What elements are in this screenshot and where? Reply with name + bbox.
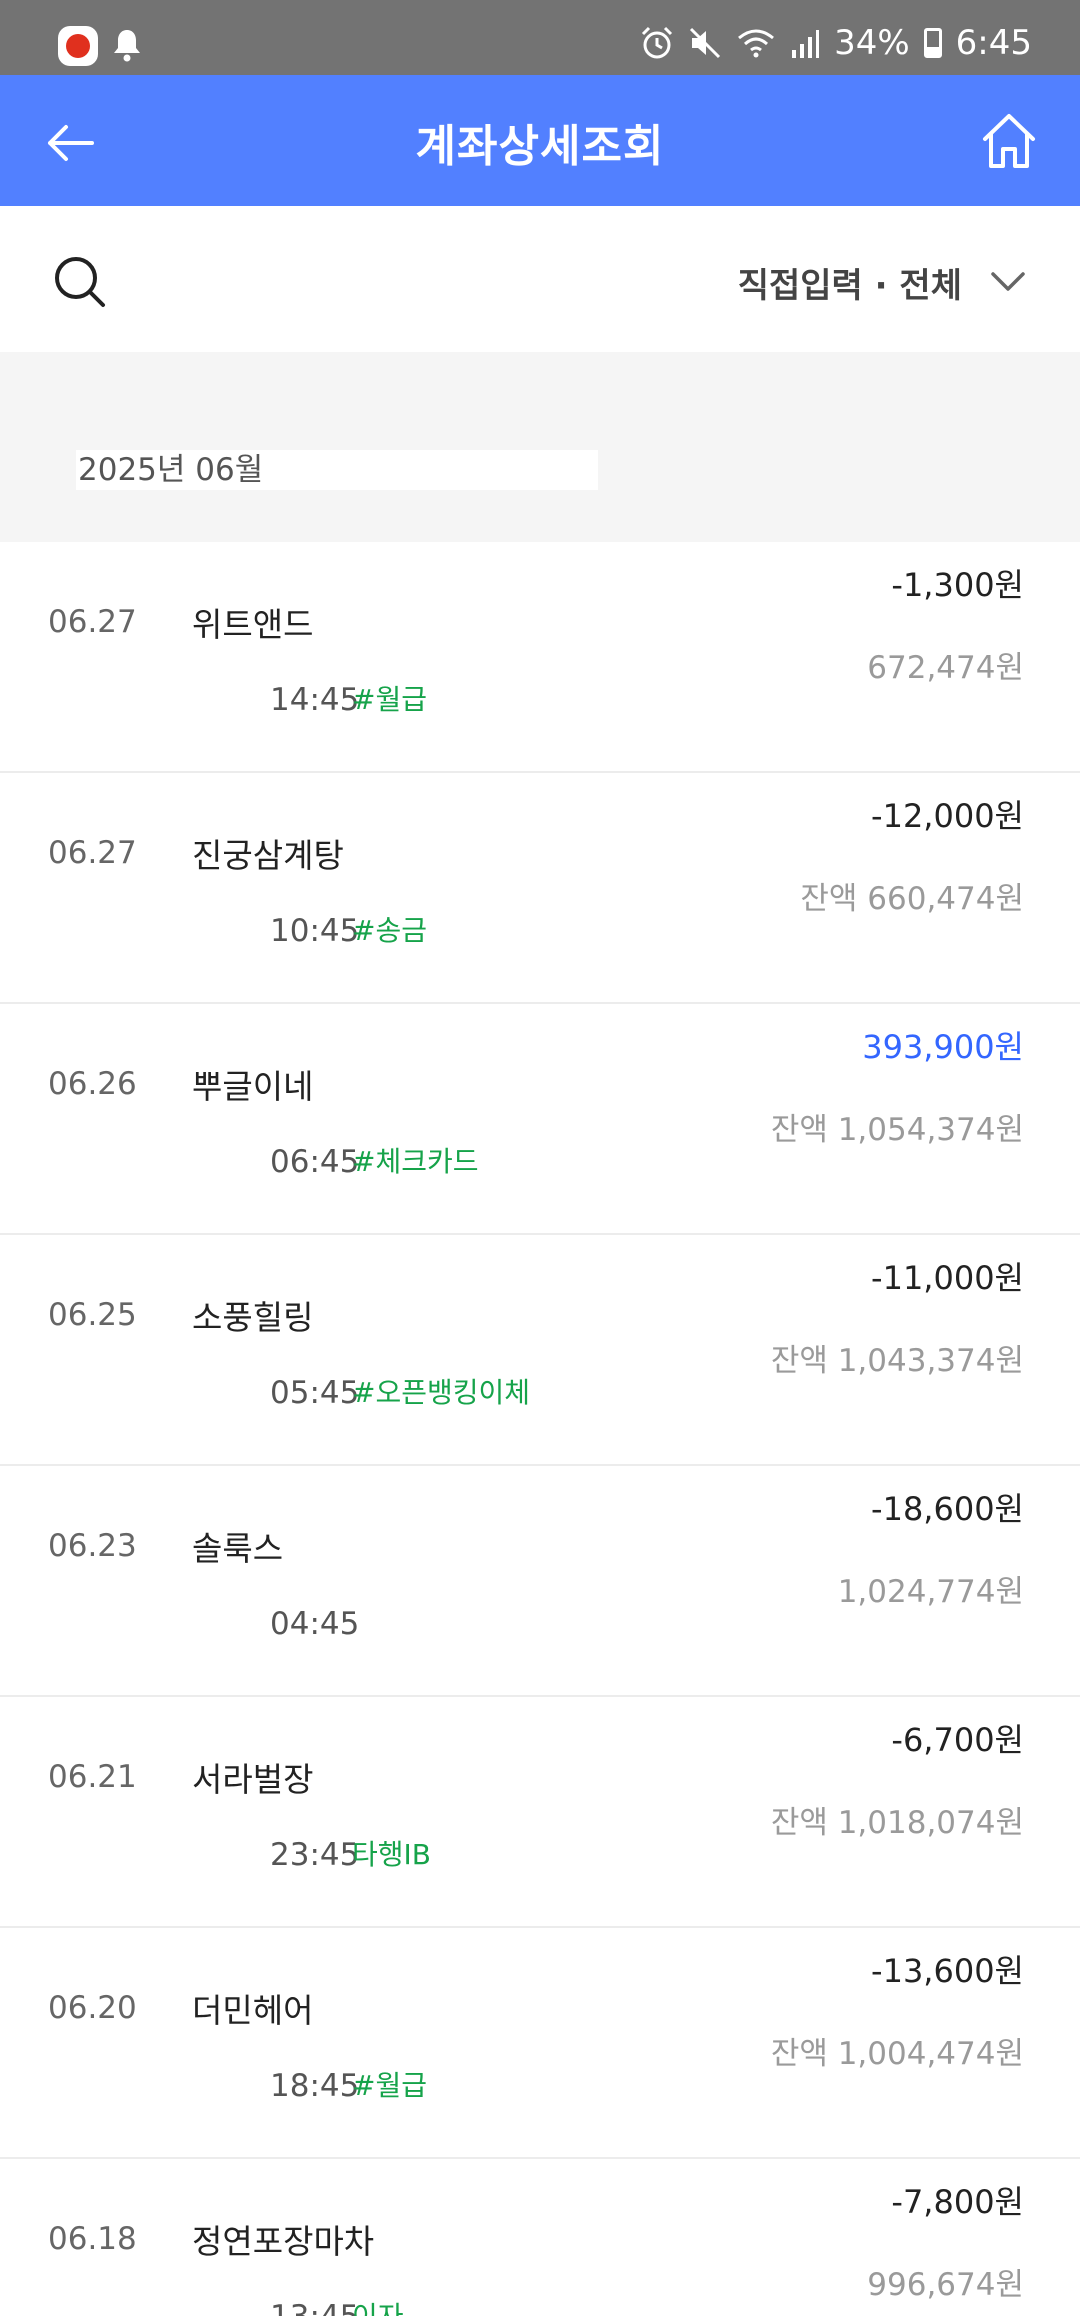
transaction-balance: 잔액 1,043,374원 [770,1343,1024,1379]
transaction-balance: 잔액 660,474원 [800,881,1024,917]
transaction-row[interactable]: 06.21 서라벌장 23:45 타행IB -6,700원 잔액 1,018,0… [0,1697,1080,1928]
transaction-tag[interactable]: #월급 [352,678,427,718]
clock: 6:45 [955,23,1032,63]
transaction-tag[interactable]: 이자 [352,2295,404,2316]
transaction-amount: -6,700원 [891,1721,1024,1759]
transaction-tag[interactable]: 타행IB [352,1833,431,1873]
transaction-amount: -11,000원 [871,1259,1024,1297]
transaction-amount: -18,600원 [871,1490,1024,1528]
transaction-row[interactable]: 06.27 위트앤드 14:45 #월급 -1,300원 672,474원 [0,542,1080,773]
transaction-time: 05:45 [270,1375,360,1411]
transaction-row[interactable]: 06.18 정연포장마차 13:45 이자 -7,800원 996,674원 [0,2159,1080,2316]
transaction-date: 06.20 [48,1990,137,2026]
transaction-name: 정연포장마차 [192,2222,375,2261]
bell-icon [114,30,140,62]
chevron-down-icon [991,272,1025,291]
transaction-name: 진궁삼계탕 [192,836,344,875]
transaction-date: 06.27 [48,835,137,871]
transaction-date: 06.23 [48,1528,137,1564]
transaction-balance: 996,674원 [867,2267,1024,2303]
transaction-time: 06:45 [270,1144,360,1180]
transaction-date: 06.18 [48,2221,137,2257]
transaction-balance: 잔액 1,018,074원 [770,1805,1024,1841]
transaction-name: 위트앤드 [192,605,314,644]
transaction-balance: 1,024,774원 [837,1574,1024,1610]
month-section-header: 2025년 06월 [0,352,1080,542]
transaction-time: 18:45 [270,2068,360,2104]
transaction-amount: 393,900원 [862,1028,1024,1066]
signal-icon [792,30,820,58]
transaction-tag[interactable]: #오픈뱅킹이체 [352,1371,530,1411]
transaction-name: 뿌글이네 [192,1067,314,1106]
transaction-time: 13:45 [270,2299,359,2316]
page-title: 계좌상세조회 [415,121,665,172]
transaction-date: 06.26 [48,1066,137,1102]
transaction-row[interactable]: 06.20 더민헤어 18:45 #월급 -13,600원 잔액 1,004,4… [0,1928,1080,2159]
status-bar: 34% 6:45 [0,0,1080,75]
battery-percent: 34% [834,23,910,63]
search-icon[interactable] [52,254,108,310]
filter-row: 직접입력 · 전체 [0,206,1080,352]
filter-label: 직접입력 · 전체 [737,265,962,306]
transaction-row[interactable]: 06.27 진궁삼계탕 10:45 #송금 -12,000원 잔액 660,47… [0,773,1080,1004]
wifi-icon [738,29,775,58]
transaction-name: 소풍힐링 [192,1298,314,1337]
transaction-time: 04:45 [270,1606,360,1642]
transaction-time: 14:45 [270,682,360,718]
transaction-date: 06.21 [48,1759,137,1795]
transaction-list: 06.27 위트앤드 14:45 #월급 -1,300원 672,474원 06… [0,542,1080,2316]
transaction-row[interactable]: 06.26 뿌글이네 06:45 #체크카드 393,900원 잔액 1,054… [0,1004,1080,1235]
transaction-name: 서라벌장 [192,1760,314,1799]
transaction-row[interactable]: 06.23 솔룩스 04:45 -18,600원 1,024,774원 [0,1466,1080,1697]
battery-icon [923,28,942,58]
transaction-amount: -7,800원 [891,2183,1024,2221]
transaction-tag[interactable]: #월급 [352,2064,427,2104]
app-notification-icon [58,26,98,66]
transaction-amount: -12,000원 [871,797,1024,835]
transaction-row[interactable]: 06.25 소풍힐링 05:45 #오픈뱅킹이체 -11,000원 잔액 1,0… [0,1235,1080,1466]
transaction-time: 10:45 [270,913,360,949]
alarm-icon [642,26,673,59]
transaction-balance: 잔액 1,004,474원 [770,2036,1024,2072]
transaction-time: 23:45 [270,1837,360,1873]
mute-icon [690,27,721,59]
app-header: 계좌상세조회 [0,75,1080,206]
transaction-name: 더민헤어 [192,1991,314,2030]
transaction-date: 06.25 [48,1297,137,1333]
transaction-amount: -1,300원 [891,566,1024,604]
transaction-balance: 672,474원 [867,650,1024,686]
period-filter-dropdown[interactable]: 직접입력 · 전체 [738,254,1026,310]
transaction-tag[interactable]: #송금 [352,909,427,949]
transaction-name: 솔룩스 [192,1529,284,1568]
home-icon[interactable] [980,111,1038,171]
transaction-date: 06.27 [48,604,137,640]
transaction-balance: 잔액 1,054,374원 [770,1112,1024,1148]
month-label: 2025년 06월 [76,450,598,490]
transaction-amount: -13,600원 [871,1952,1024,1990]
transaction-tag[interactable]: #체크카드 [352,1140,479,1180]
